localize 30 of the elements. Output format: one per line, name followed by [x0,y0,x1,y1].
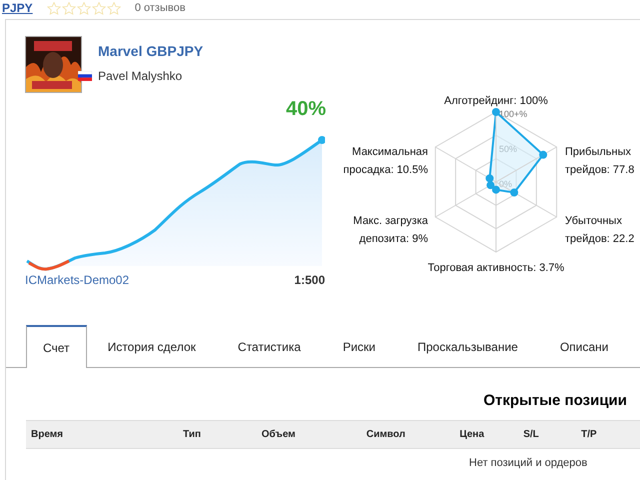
tab[interactable]: Проскальзывание [396,325,539,368]
signal-title[interactable]: Marvel GBPJPY [98,43,204,59]
tab[interactable]: Счет [26,325,87,368]
column-header: Тип [183,429,202,440]
tab[interactable]: Описани [538,325,630,368]
column-header: S/L [523,429,540,440]
radar-axis-label: Торговая активность: 3.7% [428,262,564,274]
signal-link[interactable]: PJPY [2,1,33,15]
growth-value: 40% [286,98,326,121]
server-link[interactable]: ICMarkets-Demo02 [25,273,130,287]
column-header: Цена [460,429,486,440]
reviews-count: 0 отзывов [134,2,186,14]
radar-axis-label: Алготрейдинг: 100% [444,95,548,107]
column-header: T/P [581,429,598,440]
russia-flag-icon [78,71,92,81]
leverage-value: 1:500 [294,273,325,287]
radar-axis-label: Максимальная просадка: 10.5% [343,146,428,176]
radar-axis-label: Прибыльных трейдов: 77.8 [565,146,634,176]
tab[interactable]: История сделок [86,325,217,368]
column-header: Символ [366,429,406,440]
column-header: Объем [261,429,296,440]
section-heading: Открытые позиции [482,392,628,409]
empty-table-message: Нет позиций и ордеров [468,456,588,469]
radar-axis-label: Макс. загрузка депозита: 9% [353,215,428,245]
tab[interactable]: Статистика [216,325,322,368]
tab[interactable]: Риски [322,325,396,368]
author-name: Pavel Malyshko [98,69,182,83]
column-header: Время [31,429,64,440]
radar-axis-label: Убыточных трейдов: 22.2 [565,215,634,245]
axis-tick-label: 100+% [499,109,528,119]
